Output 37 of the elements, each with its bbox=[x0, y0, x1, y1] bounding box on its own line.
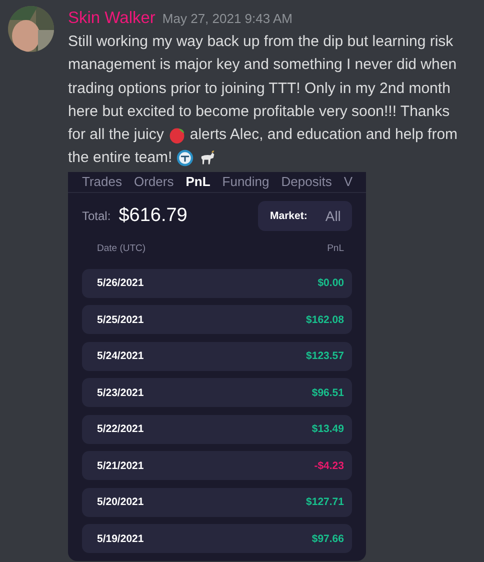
message-text: management is major key and something I never did when bbox=[68, 55, 457, 76]
message-text: Still working my way back up from the dip but learning risk bbox=[68, 32, 454, 52]
total-value: $616.79 bbox=[118, 204, 188, 227]
timestamp: May 27, 2021 9:43 AM bbox=[162, 11, 293, 26]
tab[interactable]: Orders bbox=[134, 174, 174, 190]
message-text: alerts Alec, and education and help from bbox=[190, 125, 458, 146]
pnl-cell: $0.00 bbox=[318, 277, 344, 290]
message-text: the entire team! bbox=[68, 148, 172, 168]
total-label: Total: bbox=[82, 208, 111, 223]
pnl-cell: $123.57 bbox=[306, 350, 344, 362]
pnl-cell: $162.08 bbox=[306, 314, 344, 326]
date-cell: 5/25/2021 bbox=[97, 314, 144, 326]
date-cell: 5/21/2021 bbox=[97, 460, 144, 472]
pnl-cell: $96.51 bbox=[312, 386, 344, 399]
username[interactable]: Skin Walker bbox=[68, 9, 156, 28]
date-cell: 5/20/2021 bbox=[97, 496, 144, 508]
column-header: PnL bbox=[327, 242, 344, 256]
tab[interactable]: Trades bbox=[82, 174, 122, 190]
tab[interactable]: Funding bbox=[222, 174, 270, 190]
message-text: here but excited to become profitable very soon!!! Thanks bbox=[68, 102, 450, 122]
date-cell: 5/23/2021 bbox=[97, 386, 144, 399]
pnl-cell: $13.49 bbox=[312, 423, 344, 436]
market-selector[interactable]: Market: All bbox=[258, 200, 352, 231]
tab[interactable]: Deposits bbox=[281, 174, 332, 190]
date-cell: 5/22/2021 bbox=[97, 423, 144, 436]
tab[interactable]: PnL bbox=[186, 174, 210, 190]
pnl-cell: $127.71 bbox=[306, 496, 344, 508]
date-cell: 5/19/2021 bbox=[97, 532, 144, 545]
pnl-cell: $97.66 bbox=[312, 532, 344, 545]
tab[interactable]: V bbox=[344, 174, 353, 190]
message-text: for all the juicy bbox=[68, 125, 164, 146]
date-cell: 5/26/2021 bbox=[97, 277, 144, 290]
column-header: Date (UTC) bbox=[97, 242, 146, 256]
pnl-cell: -$4.23 bbox=[314, 460, 344, 472]
message-text: trading options prior to joining TTT! Only in my 2nd month bbox=[68, 78, 450, 99]
logo-icon bbox=[176, 149, 194, 168]
date-cell: 5/24/2021 bbox=[97, 350, 144, 362]
